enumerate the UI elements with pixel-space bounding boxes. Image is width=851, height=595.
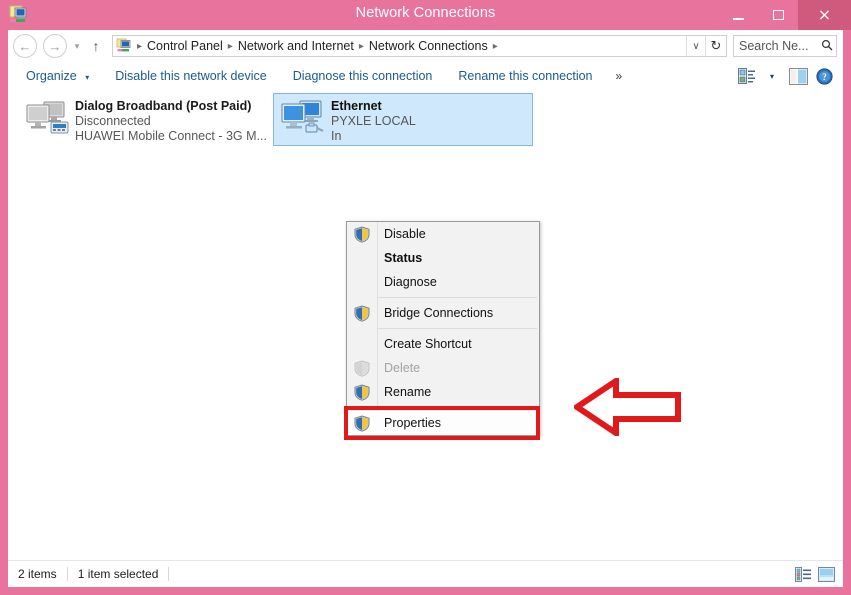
context-menu-item-status[interactable]: Status <box>347 246 539 270</box>
recent-locations-button[interactable]: ▾ <box>70 41 84 52</box>
shield-icon <box>347 411 377 435</box>
breadcrumb-separator: ▸ <box>137 40 143 52</box>
context-menu-item-bridge-connections[interactable]: Bridge Connections <box>347 301 539 325</box>
modem-connection-icon <box>24 98 70 138</box>
back-arrow-icon: ← <box>18 38 32 54</box>
annotation-arrow-icon <box>571 375 682 439</box>
preview-pane-icon[interactable] <box>785 64 811 88</box>
no-icon-placeholder <box>347 270 377 294</box>
forward-button[interactable]: → <box>43 34 67 58</box>
no-icon-placeholder <box>347 246 377 270</box>
refresh-icon: ↻ <box>710 38 722 53</box>
breadcrumb[interactable]: ▸ Control Panel ▸ Network and Internet ▸… <box>112 35 727 57</box>
control-panel-icon <box>116 38 132 54</box>
organize-button[interactable]: Organize ▾ <box>8 65 102 87</box>
context-menu-label: Create Shortcut <box>384 337 472 351</box>
connection-device: In <box>331 129 342 143</box>
context-menu-separator <box>377 328 537 329</box>
title-bar: Network Connections × <box>0 0 851 30</box>
address-history-button[interactable]: ∨ <box>686 36 705 56</box>
change-view-icon[interactable] <box>733 64 759 88</box>
connection-name: Ethernet <box>331 99 382 113</box>
context-menu-item-diagnose[interactable]: Diagnose <box>347 270 539 294</box>
selection-count: 1 item selected <box>77 567 159 581</box>
context-menu-item-create-shortcut[interactable]: Create Shortcut <box>347 332 539 356</box>
shield-icon <box>347 380 377 404</box>
command-toolbar: Organize ▾ Disable this network device D… <box>8 62 843 90</box>
disable-network-device-button[interactable]: Disable this network device <box>102 65 279 87</box>
shield-icon <box>347 301 377 325</box>
context-menu-label: Disable <box>384 227 426 241</box>
ethernet-connection-icon <box>280 98 326 138</box>
change-view-dropdown[interactable]: ▾ <box>759 64 785 88</box>
breadcrumb-item-network-connections[interactable]: Network Connections <box>367 39 490 53</box>
breadcrumb-separator: ▸ <box>227 40 233 52</box>
context-menu-label: Bridge Connections <box>384 306 494 320</box>
context-menu-item-disable[interactable]: Disable <box>347 222 539 246</box>
connection-device: HUAWEI Mobile Connect - 3G M... <box>75 129 267 143</box>
no-icon-placeholder <box>347 332 377 356</box>
up-button[interactable]: ↑ <box>86 38 106 54</box>
search-placeholder: Search Ne... <box>739 39 809 53</box>
context-menu-label: Delete <box>384 361 421 375</box>
refresh-button[interactable]: ↻ <box>705 36 726 56</box>
item-count: 2 items <box>18 567 57 581</box>
window-controls: × <box>718 0 851 30</box>
svg-text:?: ? <box>822 72 827 82</box>
search-icon <box>818 39 836 54</box>
forward-arrow-icon: → <box>48 38 62 54</box>
list-item[interactable]: Dialog Broadband (Post Paid) Disconnecte… <box>18 94 268 150</box>
list-item-text: Ethernet PYXLE LOCAL In <box>331 98 416 144</box>
up-arrow-icon: ↑ <box>92 38 100 54</box>
context-menu-separator <box>377 297 537 298</box>
chevron-down-icon: ▾ <box>85 73 90 82</box>
close-button[interactable]: × <box>798 0 851 30</box>
large-icons-view-icon[interactable] <box>817 566 835 584</box>
status-divider <box>168 567 170 581</box>
chevron-down-icon: ▾ <box>74 40 80 51</box>
search-input[interactable]: Search Ne... <box>733 35 837 57</box>
breadcrumb-item-control-panel[interactable]: Control Panel <box>145 39 225 53</box>
context-menu-item-rename[interactable]: Rename <box>347 380 539 404</box>
chevron-down-icon: ∨ <box>692 40 700 52</box>
breadcrumb-item-network-and-internet[interactable]: Network and Internet <box>236 39 356 53</box>
connection-status: PYXLE LOCAL <box>331 114 416 128</box>
connection-name: Dialog Broadband (Post Paid) <box>75 99 252 113</box>
address-bar: ← → ▾ ↑ ▸ Control Panel ▸ Network and In… <box>8 30 843 62</box>
context-menu-label: Rename <box>384 385 432 399</box>
back-button[interactable]: ← <box>13 34 37 58</box>
network-connections-window: Network Connections × ← → ▾ ↑ ▸ Control … <box>0 0 851 595</box>
connections-list: Dialog Broadband (Post Paid) Disconnecte… <box>8 90 843 560</box>
details-view-icon[interactable] <box>794 566 812 584</box>
properties-row-wrapper: Properties <box>344 406 540 440</box>
diagnose-connection-button[interactable]: Diagnose this connection <box>280 65 446 87</box>
context-menu: Disable Status Diagnose Bridge Connectio… <box>344 221 540 440</box>
context-menu-label: Diagnose <box>384 275 437 289</box>
status-view-buttons <box>794 561 835 588</box>
rename-connection-button[interactable]: Rename this connection <box>445 65 605 87</box>
context-menu-item-delete: Delete <box>347 356 539 380</box>
chevron-down-icon: ▾ <box>769 71 774 81</box>
client-area: ← → ▾ ↑ ▸ Control Panel ▸ Network and In… <box>8 30 843 587</box>
connection-status: Disconnected <box>75 114 151 128</box>
help-icon[interactable]: ? <box>811 64 837 88</box>
minimize-button[interactable] <box>718 0 758 30</box>
toolbar-overflow-button[interactable]: » <box>606 69 633 83</box>
organize-label: Organize <box>26 69 77 83</box>
maximize-button[interactable] <box>758 0 798 30</box>
list-item-text: Dialog Broadband (Post Paid) Disconnecte… <box>75 98 267 144</box>
context-menu-label: Status <box>384 251 423 265</box>
breadcrumb-separator: ▸ <box>358 40 364 52</box>
toolbar-right-group: ▾ ? <box>733 62 837 90</box>
shield-disabled-icon <box>347 356 377 380</box>
context-menu-label: Properties <box>384 416 441 430</box>
context-menu-separator <box>377 407 537 408</box>
breadcrumb-separator: ▸ <box>492 40 498 52</box>
shield-icon <box>347 222 377 246</box>
status-bar: 2 items 1 item selected <box>8 560 843 587</box>
list-item[interactable]: Ethernet PYXLE LOCAL In <box>273 93 533 146</box>
context-menu-item-properties[interactable]: Properties <box>347 411 539 435</box>
